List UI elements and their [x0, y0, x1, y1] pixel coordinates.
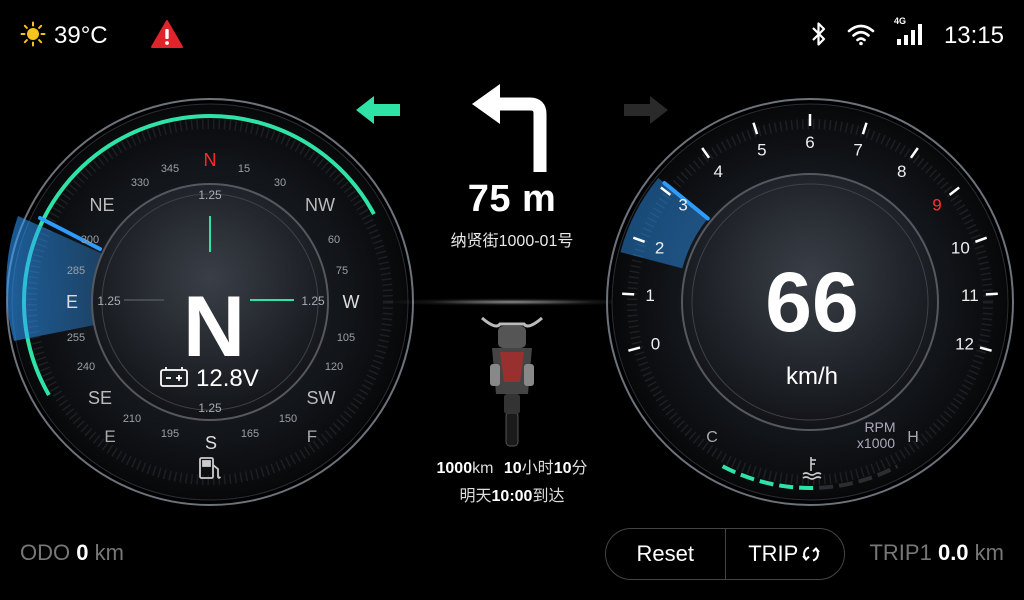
- turn-left-arrow-icon: [412, 84, 612, 176]
- cardinal-s: S: [205, 433, 217, 453]
- eta-time: 10:00: [491, 488, 533, 505]
- cardinal-sw: SW: [307, 388, 336, 408]
- degree-label: 285: [67, 265, 85, 277]
- rpm-multiplier: x1000: [857, 435, 895, 451]
- cardinal-e: E: [66, 292, 78, 312]
- eta-hours-value: 10: [503, 460, 522, 477]
- status-left: 39°C: [20, 19, 184, 54]
- inner-scale-label: 1.25: [97, 294, 121, 308]
- bluetooth-icon[interactable]: [810, 21, 828, 52]
- odo-label: ODO: [20, 540, 71, 565]
- eta-summary: 1000km 10小时10分: [412, 454, 612, 478]
- cardinal-se: SE: [88, 388, 112, 408]
- motorcycle-image: [470, 312, 554, 453]
- rpm-tick-label: 8: [897, 162, 906, 181]
- degree-label: 150: [279, 413, 297, 425]
- trip1-unit: km: [974, 540, 1004, 565]
- network-type-label: 4G: [893, 15, 906, 26]
- speedometer-gauge: 0 1 2 3 4 5 6 7 8 9 10 11 12 66 km/h RPM x1000 C H: [604, 96, 1016, 508]
- temp-hot-label: H: [907, 429, 919, 446]
- degree-label: 120: [325, 361, 343, 373]
- eta-minutes-value: 10: [553, 460, 572, 477]
- sun-icon: [20, 21, 46, 52]
- compass-gauge: N E W S NE NW SE SW 345 15 30 330 300 60…: [4, 96, 416, 508]
- status-right: 4G 13:15: [810, 16, 1004, 52]
- cardinal-nw: NW: [305, 195, 335, 215]
- trip-controls: Reset TRIP: [605, 528, 845, 580]
- temperature-readout: 39°C: [54, 22, 108, 49]
- odometer: ODO 0 km: [20, 540, 124, 566]
- trip1-value: 0.0: [937, 540, 969, 565]
- degree-label: 15: [238, 163, 250, 175]
- eta-arrival: 明天10:00到达: [412, 482, 612, 506]
- degree-label: 240: [77, 361, 95, 373]
- cardinal-ne: NE: [89, 195, 114, 215]
- degree-label: 165: [241, 428, 259, 440]
- inner-scale-label: 1.25: [198, 401, 222, 415]
- degree-label: 75: [336, 265, 348, 277]
- odo-value: 0: [76, 540, 89, 565]
- inner-scale-label: 1.25: [301, 294, 325, 308]
- left-turn-signal-icon: [354, 94, 402, 131]
- rpm-tick-label: 12: [955, 334, 974, 353]
- rpm-tick-label: 0: [651, 334, 660, 353]
- fuel-full-label: F: [307, 427, 317, 446]
- rpm-tick-label: 7: [853, 140, 862, 159]
- cellular-signal-icon: 4G: [894, 16, 926, 52]
- battery-voltage: 12.8V: [196, 365, 259, 392]
- eta-km-value: 1000: [436, 460, 473, 477]
- degree-label: 300: [81, 234, 99, 246]
- wifi-icon[interactable]: [846, 22, 876, 51]
- degree-label: 30: [274, 177, 286, 189]
- rpm-tick-label: 11: [961, 286, 979, 305]
- eta-day: 明天: [459, 488, 492, 505]
- rpm-tick-mark: [985, 292, 998, 296]
- trip1-label: TRIP1: [869, 540, 932, 565]
- warning-icon[interactable]: [150, 19, 184, 54]
- degree-label: 195: [161, 428, 179, 440]
- fuel-empty-label: E: [104, 427, 115, 446]
- rpm-tick-label: 1: [645, 286, 654, 305]
- degree-label: 330: [131, 177, 149, 189]
- reset-button[interactable]: Reset: [606, 529, 725, 579]
- inner-scale-label: 1.25: [198, 188, 222, 202]
- eta-suffix: 到达: [532, 488, 565, 505]
- eta-km-unit: km: [472, 460, 494, 477]
- rpm-tick-mark: [622, 292, 635, 296]
- trip-toggle-button[interactable]: TRIP: [726, 529, 845, 579]
- cardinal-w: W: [343, 292, 360, 312]
- rpm-tick-label: 4: [713, 162, 722, 181]
- speed-value: 66: [765, 255, 858, 349]
- rpm-tick-label: 2: [655, 238, 664, 257]
- rpm-tick-label: 3: [678, 196, 687, 215]
- rpm-tick-label: 6: [805, 133, 814, 152]
- degree-label: 210: [123, 413, 141, 425]
- degree-label: 105: [337, 332, 355, 344]
- street-name: 纳贤街1000-01号: [450, 233, 574, 250]
- temp-cold-label: C: [706, 429, 718, 446]
- cardinal-n: N: [204, 150, 217, 170]
- cycle-icon: [801, 544, 821, 564]
- eta-hours-unit: 小时: [521, 460, 554, 477]
- turn-distance: 75 m: [467, 178, 557, 220]
- navigation-panel: 75 m 纳贤街1000-01号: [412, 84, 612, 251]
- odo-unit: km: [94, 540, 124, 565]
- speed-unit: km/h: [786, 363, 838, 390]
- heading-letter: N: [183, 279, 245, 375]
- clock: 13:15: [943, 22, 1004, 49]
- rpm-label: RPM: [864, 419, 895, 435]
- trip-button-label: TRIP: [748, 541, 799, 566]
- degree-label: 255: [67, 332, 85, 344]
- trip1-readout: TRIP1 0.0 km: [869, 540, 1004, 566]
- rpm-tick-label: 5: [757, 140, 766, 159]
- degree-label: 60: [328, 234, 340, 246]
- eta-minutes-unit: 分: [571, 460, 588, 477]
- rpm-tick-label: 10: [951, 238, 970, 257]
- reset-button-label: Reset: [636, 541, 694, 566]
- degree-label: 345: [161, 163, 179, 175]
- rpm-tick-label: 9: [932, 196, 941, 215]
